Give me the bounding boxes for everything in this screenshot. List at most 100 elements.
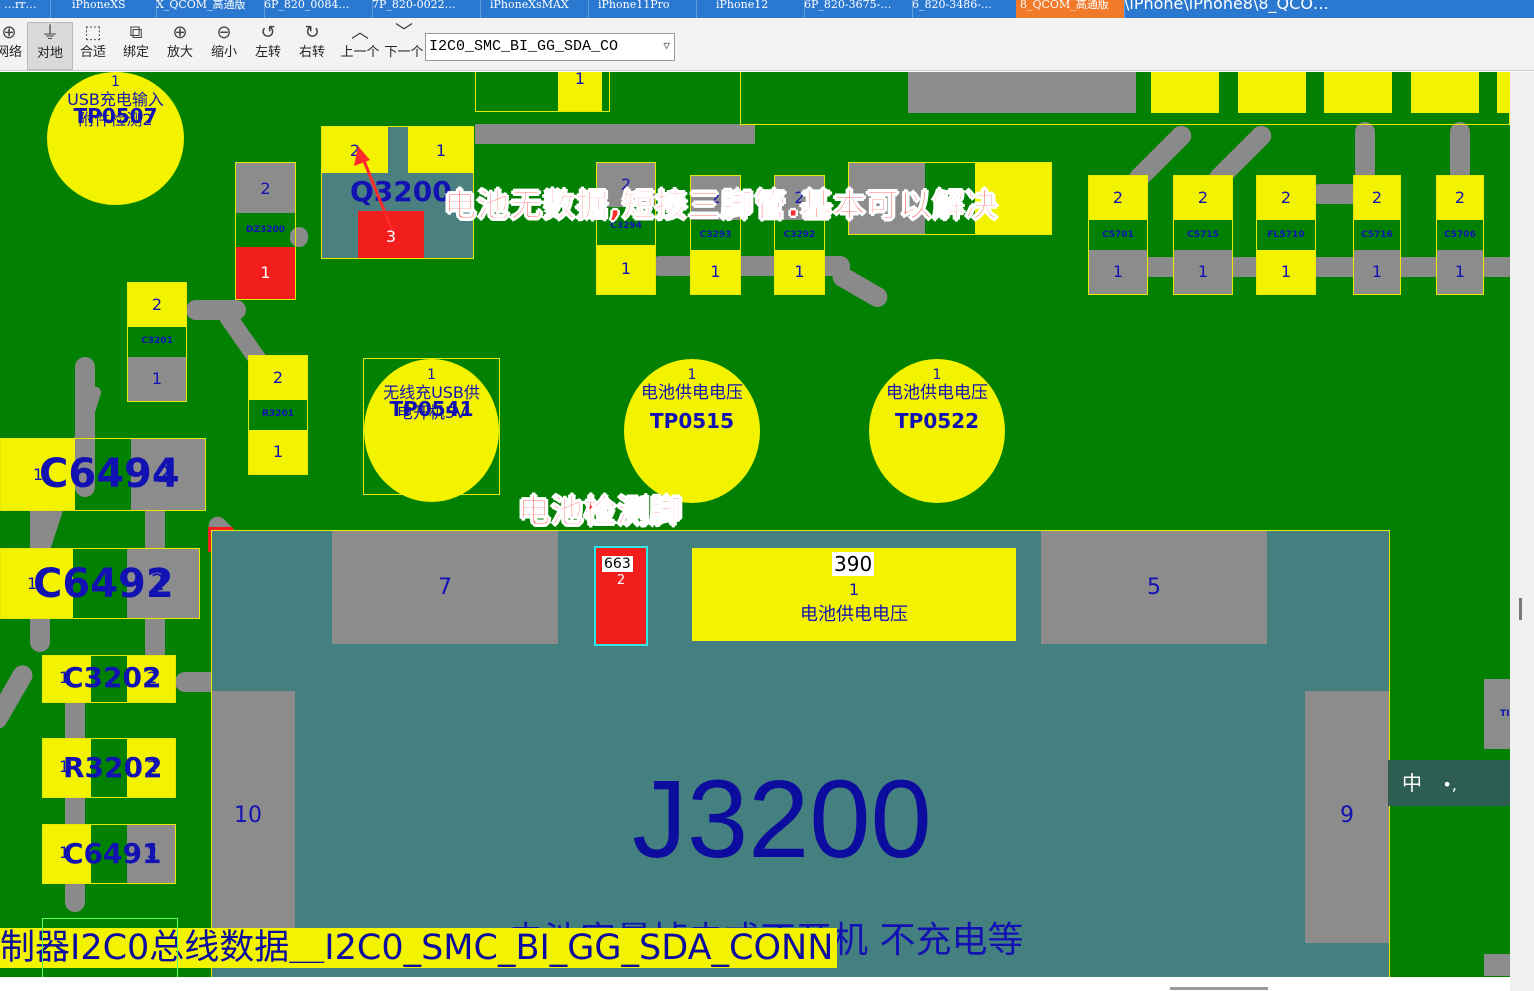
- connector-j3200[interactable]: 7 5 663 2 390 1 电池供电电压 10 9 J3200 电池容量掉电…: [211, 530, 1390, 977]
- component-c3201[interactable]: 2 C3201 1: [127, 282, 187, 402]
- ime-status-widget[interactable]: 中 •,: [1388, 760, 1510, 806]
- component-pad: [1324, 72, 1392, 113]
- test-point-tp0541[interactable]: 1 无线充USB供电开机5V TP0541: [364, 359, 499, 502]
- component-pad: 1: [1437, 250, 1483, 294]
- pin-number: 1: [272, 442, 284, 461]
- edge-label: TI: [1500, 709, 1510, 719]
- component-pad: [908, 72, 1136, 113]
- component-pad: 2: [236, 163, 295, 213]
- chevron-down-icon: ▽: [663, 41, 670, 53]
- tab-label: iPhoneXS: [72, 0, 126, 11]
- tab-iphone12[interactable]: iPhone12: [692, 0, 805, 18]
- component-top-box[interactable]: 1: [475, 72, 610, 112]
- component-ref: C5706: [1444, 230, 1476, 240]
- pin-number: 2: [260, 179, 271, 198]
- ime-punctuation-icon: •,: [1442, 775, 1457, 794]
- net-select[interactable]: I2C0_SMC_BI_GG_SDA_CO ▽: [425, 33, 675, 61]
- pcb-trace: [475, 124, 755, 144]
- test-point-ref: TP0522: [895, 409, 979, 433]
- scrollbar-thumb[interactable]: [1519, 598, 1522, 620]
- horizontal-scrollbar[interactable]: [0, 977, 1510, 991]
- component-pad: 1: [1089, 250, 1147, 294]
- tab-iphonexsmax[interactable]: iPhoneXsMAX: [476, 0, 589, 18]
- component-ref: C3202: [63, 661, 162, 694]
- test-point-tp0522[interactable]: 1 电池供电电压 TP0522: [869, 359, 1005, 503]
- component-c6492[interactable]: 1 2 C6492: [0, 548, 200, 619]
- pin-number: 1: [111, 74, 120, 90]
- component-c5701[interactable]: 2 C5701 1: [1088, 175, 1148, 295]
- j3200-pad-1-battery-voltage[interactable]: 390 1 电池供电电压: [692, 548, 1016, 641]
- tab-iphone11pro[interactable]: iPhone11Pro: [584, 0, 697, 18]
- component-r3201[interactable]: 2 R3201 1: [248, 355, 308, 475]
- component-c5706[interactable]: 2 C5706 1: [1436, 175, 1484, 295]
- next-label: 下一个: [384, 45, 424, 60]
- pin-number: 2: [1454, 188, 1466, 207]
- component-pad: 2: [1354, 176, 1400, 220]
- pin-number: 1: [427, 367, 436, 383]
- component-dz3200[interactable]: 2 DZ3200 1: [235, 162, 296, 300]
- tab-doc-1[interactable]: …rr…: [0, 0, 51, 18]
- pcb-board-view[interactable]: 1 1 USB充电输入附件检测2 TP0507 2 1 3 Q3200 2 DZ…: [0, 72, 1510, 977]
- test-point-tp0507[interactable]: 1 USB充电输入附件检测2 TP0507: [47, 72, 184, 205]
- zoom-out-label: 缩小: [210, 45, 237, 60]
- bind-label: 绑定: [122, 45, 149, 60]
- component-pad: [1497, 72, 1510, 113]
- tab-6-820-3486[interactable]: 6_820-3486-…: [908, 0, 1021, 18]
- bind-button[interactable]: ⧉ 绑定: [117, 22, 155, 68]
- component-pad: [1411, 72, 1479, 113]
- zoom-in-button[interactable]: ⊕ 放大: [161, 22, 199, 68]
- component-r3202[interactable]: 1 2 R3202: [42, 738, 176, 798]
- pin-number: 2: [272, 368, 284, 387]
- component-c6494[interactable]: 1 2 C6494: [0, 438, 206, 511]
- component-pad: 2: [1089, 176, 1147, 220]
- pin-number: 1: [710, 262, 721, 281]
- component-c6491[interactable]: 1 2 C6491: [42, 824, 176, 884]
- tab-6p-820-3675[interactable]: 6P_820-3675-…: [800, 0, 913, 18]
- component-pad: [1151, 72, 1219, 113]
- tab-8-qcom-active[interactable]: 8_QCOM_高通版: [1016, 0, 1125, 18]
- rotate-right-button[interactable]: ↻ 右转: [293, 22, 331, 68]
- annotation-arrow: [354, 146, 394, 231]
- rotate-left-button[interactable]: ↺ 左转: [249, 22, 287, 68]
- tab-label: iPhone11Pro: [598, 0, 670, 11]
- ground-button[interactable]: ⏚ 对地: [27, 22, 73, 70]
- vertical-scrollbar[interactable]: [1510, 72, 1534, 991]
- rotate-left-icon: ↺: [260, 22, 276, 43]
- component-ref: DZ3200: [245, 225, 286, 235]
- zoom-out-icon: ⊖: [216, 22, 232, 43]
- rotate-left-label: 左转: [254, 45, 281, 60]
- next-button[interactable]: ﹀ 下一个: [382, 22, 426, 68]
- scrollbar-thumb[interactable]: [1170, 987, 1268, 990]
- pin-number: 1: [435, 141, 447, 160]
- pin-value-label: 663: [602, 556, 633, 572]
- tab-iphonexs[interactable]: iPhoneXS: [46, 0, 157, 18]
- j3200-pad-5: 5: [1041, 531, 1267, 644]
- component-c5716[interactable]: 2 C5716 1: [1353, 175, 1401, 295]
- tab-7p-820-0022[interactable]: 7P_820-0022…: [368, 0, 481, 18]
- test-point-tp0515[interactable]: 1 电池供电电压 TP0515: [624, 359, 760, 503]
- component-pad: 1: [558, 72, 602, 111]
- pin-number: 1: [848, 580, 860, 599]
- network-button[interactable]: ⊕ 网络: [0, 22, 24, 68]
- previous-button[interactable]: ︿ 上一个: [338, 22, 382, 68]
- component-pad: 1: [249, 430, 307, 474]
- tab-6p-820-0084[interactable]: 6P_820_0084…: [260, 0, 373, 18]
- pin-number: 1: [574, 72, 586, 88]
- zoom-out-button[interactable]: ⊖ 缩小: [205, 22, 243, 68]
- component-fl5710[interactable]: 2 FL5710 1: [1256, 175, 1316, 295]
- pin-number: 1: [932, 367, 942, 383]
- pin-value-label: 390: [832, 552, 875, 576]
- j3200-pad-2-battery-detect[interactable]: 663 2: [594, 546, 648, 646]
- j3200-pad-10: 10: [212, 691, 295, 943]
- component-top-connector[interactable]: [740, 72, 1510, 125]
- component-pad: [1238, 72, 1306, 113]
- component-c3202[interactable]: 1 2 C3202: [42, 655, 176, 703]
- tab-x-qcom[interactable]: X_QCOM_高通版: [152, 0, 265, 18]
- component-pad: 2: [249, 356, 307, 400]
- component-pad: 2: [128, 283, 186, 327]
- component-ref: C5716: [1361, 230, 1393, 240]
- component-c5715[interactable]: 2 C5715 1: [1173, 175, 1233, 295]
- component-ref: C5701: [1102, 230, 1134, 240]
- fit-button[interactable]: ⬚ 合适: [74, 22, 112, 68]
- component-ref: C6492: [33, 561, 174, 607]
